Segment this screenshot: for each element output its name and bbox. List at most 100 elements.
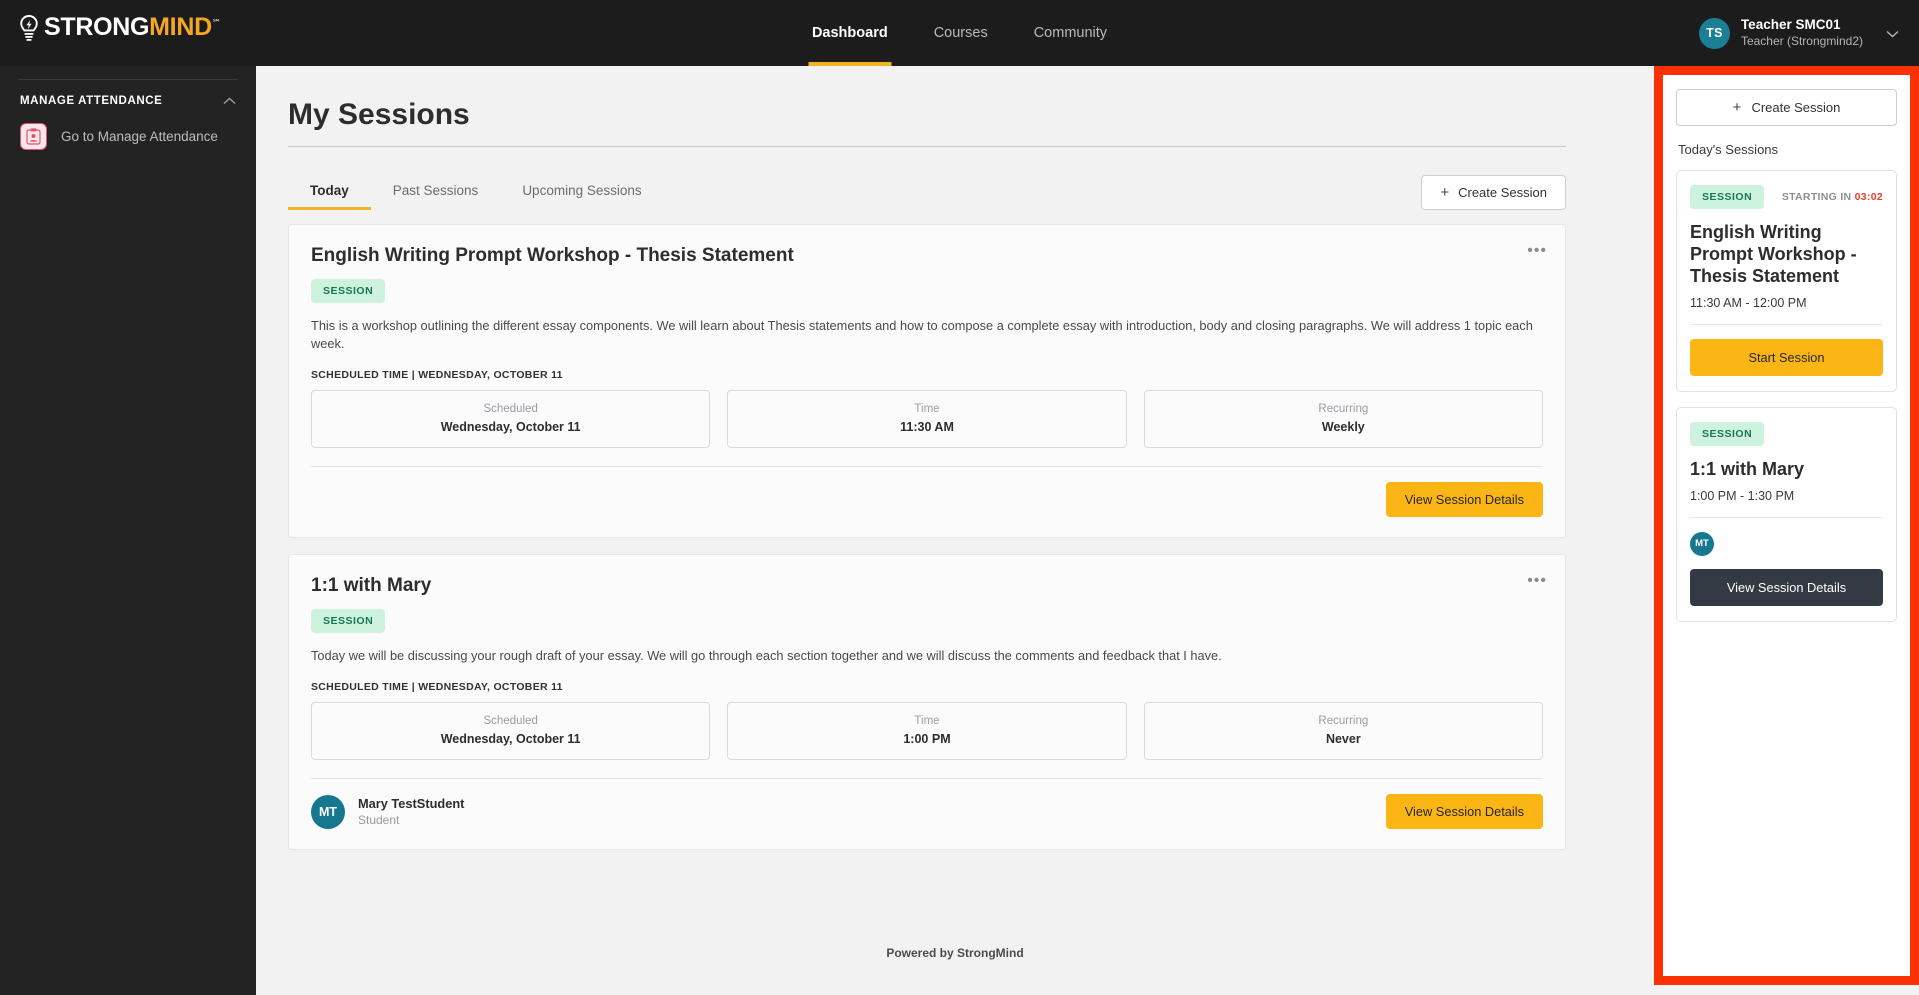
side-card-time-range: 11:30 AM - 12:00 PM	[1690, 295, 1807, 310]
title-divider	[288, 146, 1566, 147]
card-footer: MT Mary TestStudent Student View Session…	[311, 793, 1543, 831]
main-content-area: My Sessions Today Past Sessions Upcoming…	[256, 66, 1654, 995]
top-navigation-bar: STRONGMIND℠ Dashboard Courses Community …	[0, 0, 1919, 66]
sidebar-section-title: MANAGE ATTENDANCE	[20, 95, 163, 107]
status-badge: SESSION	[311, 279, 386, 303]
scheduled-time-label: SCHEDULED TIME | WEDNESDAY, OCTOBER 11	[311, 680, 563, 693]
session-tabs: Today Past Sessions Upcoming Sessions	[288, 177, 664, 210]
left-sidebar: MANAGE ATTENDANCE Go to Manage Attendanc…	[0, 66, 256, 995]
upcoming-session-card[interactable]: SESSION STARTING IN 03:02 English Writin…	[1676, 170, 1897, 392]
user-role: Teacher (Strongmind2)	[1740, 33, 1863, 48]
side-card-title: English Writing Prompt Workshop - Thesis…	[1690, 222, 1857, 286]
start-session-button[interactable]: Start Session	[1690, 338, 1883, 376]
session-card-title: 1:1 with Mary	[311, 574, 432, 596]
primary-nav-links: Dashboard Courses Community	[807, 0, 1111, 66]
chevron-up-icon[interactable]	[223, 94, 236, 108]
session-card-title: English Writing Prompt Workshop - Thesis…	[311, 245, 794, 266]
detail-label-scheduled: Scheduled	[483, 714, 538, 727]
session-description: This is a workshop outlining the differe…	[311, 318, 1533, 351]
session-cards-list: ••• English Writing Prompt Workshop - Th…	[288, 224, 1566, 850]
participant-avatar: MT	[311, 794, 345, 829]
side-card-title: 1:1 with Mary	[1690, 458, 1805, 479]
detail-value-time: 1:00 PM	[903, 731, 951, 746]
starting-in-label: STARTING IN	[1781, 191, 1852, 203]
right-panel-highlight-box: + Create Session Today's Sessions SESSIO…	[1654, 66, 1919, 985]
create-session-button[interactable]: + Create Session	[1421, 175, 1566, 210]
detail-value-recurring: Never	[1325, 731, 1361, 746]
sidebar-section-manage-attendance[interactable]: MANAGE ATTENDANCE	[0, 80, 256, 116]
detail-value-time: 11:30 AM	[900, 419, 954, 434]
tab-today[interactable]: Today	[288, 177, 371, 210]
tabs-and-actions-row: Today Past Sessions Upcoming Sessions + …	[288, 175, 1566, 210]
side-card-divider	[1690, 516, 1883, 518]
detail-box-scheduled: Scheduled Wednesday, October 11	[311, 389, 711, 448]
detail-box-recurring: Recurring Never	[1143, 701, 1543, 760]
logo-text-mind: MIND	[149, 13, 212, 41]
session-card: ••• English Writing Prompt Workshop - Th…	[288, 224, 1566, 538]
participant-avatar: MT	[1690, 531, 1714, 556]
side-card-time-range: 1:00 PM - 1:30 PM	[1690, 488, 1795, 503]
countdown-value: 03:02	[1854, 191, 1883, 203]
status-badge: SESSION	[311, 608, 386, 633]
card-footer: View Session Details	[311, 481, 1543, 519]
chevron-down-icon[interactable]	[1886, 26, 1899, 41]
nav-link-courses[interactable]: Courses	[930, 0, 992, 66]
create-session-button-label: Create Session	[1458, 185, 1547, 200]
user-profile-menu[interactable]: TS Teacher SMC01 Teacher (Strongmind2)	[1698, 0, 1899, 66]
detail-value-scheduled: Wednesday, October 11	[440, 419, 581, 434]
detail-label-scheduled: Scheduled	[483, 402, 538, 415]
view-session-details-button[interactable]: View Session Details	[1385, 794, 1543, 830]
page-title: My Sessions	[288, 98, 470, 131]
status-badge: SESSION	[1690, 421, 1765, 446]
tab-upcoming-sessions[interactable]: Upcoming Sessions	[500, 177, 663, 210]
logo-trademark: ℠	[211, 17, 221, 28]
sidebar-item-go-to-manage-attendance[interactable]: Go to Manage Attendance	[0, 116, 256, 157]
participant-name: Mary TestStudent	[358, 795, 465, 811]
detail-box-recurring: Recurring Weekly	[1143, 389, 1543, 448]
lightbulb-icon	[18, 14, 40, 42]
sidebar-create-session-label: Create Session	[1751, 100, 1841, 115]
card-footer-divider	[311, 777, 1543, 779]
user-avatar: TS	[1698, 17, 1730, 49]
detail-value-scheduled: Wednesday, October 11	[440, 731, 581, 746]
side-card-header: SESSION STARTING IN 03:02	[1690, 185, 1883, 209]
strongmind-logo[interactable]: STRONGMIND℠	[18, 13, 221, 42]
session-card: ••• 1:1 with Mary SESSION Today we will …	[288, 553, 1566, 850]
detail-box-time: Time 11:30 AM	[727, 389, 1127, 448]
participant-row: MT Mary TestStudent Student	[311, 794, 465, 829]
detail-label-time: Time	[914, 402, 940, 415]
participant-role: Student	[358, 813, 400, 828]
detail-label-recurring: Recurring	[1318, 402, 1369, 415]
sidebar-create-session-button[interactable]: + Create Session	[1676, 89, 1897, 126]
sidebar-item-label: Go to Manage Attendance	[61, 129, 218, 144]
view-session-details-button[interactable]: View Session Details	[1690, 568, 1883, 606]
card-footer-divider	[311, 465, 1543, 467]
detail-box-time: Time 1:00 PM	[727, 701, 1127, 760]
tab-past-sessions[interactable]: Past Sessions	[371, 177, 501, 210]
upcoming-session-card[interactable]: SESSION 1:1 with Mary 1:00 PM - 1:30 PM …	[1676, 406, 1897, 622]
detail-label-time: Time	[914, 714, 940, 727]
logo-text-strong: STRONG	[44, 13, 150, 41]
attendance-clipboard-icon	[20, 123, 47, 150]
detail-label-recurring: Recurring	[1318, 714, 1369, 727]
nav-link-community[interactable]: Community	[1030, 0, 1111, 66]
plus-icon: +	[1732, 99, 1742, 116]
todays-sessions-label: Today's Sessions	[1678, 142, 1779, 157]
status-badge: SESSION	[1690, 185, 1765, 209]
todays-sessions-panel: + Create Session Today's Sessions SESSIO…	[1663, 75, 1910, 976]
plus-icon: +	[1440, 184, 1450, 201]
user-name: Teacher SMC01	[1740, 17, 1841, 33]
detail-value-recurring: Weekly	[1321, 419, 1365, 434]
session-detail-row: Scheduled Wednesday, October 11 Time 1:0…	[311, 701, 1543, 760]
detail-box-scheduled: Scheduled Wednesday, October 11	[311, 701, 711, 760]
session-detail-row: Scheduled Wednesday, October 11 Time 11:…	[311, 389, 1543, 448]
nav-link-dashboard[interactable]: Dashboard	[807, 0, 892, 66]
view-session-details-button[interactable]: View Session Details	[1385, 482, 1543, 518]
card-options-kebab-icon[interactable]: •••	[1527, 572, 1547, 589]
side-card-header: SESSION	[1690, 421, 1883, 446]
scheduled-time-label: SCHEDULED TIME | WEDNESDAY, OCTOBER 11	[311, 368, 563, 381]
powered-by-footer: Powered by StrongMind	[886, 945, 1024, 960]
side-card-divider	[1690, 323, 1883, 325]
card-options-kebab-icon[interactable]: •••	[1527, 243, 1547, 259]
session-description: Today we will be discussing your rough d…	[311, 647, 1222, 663]
